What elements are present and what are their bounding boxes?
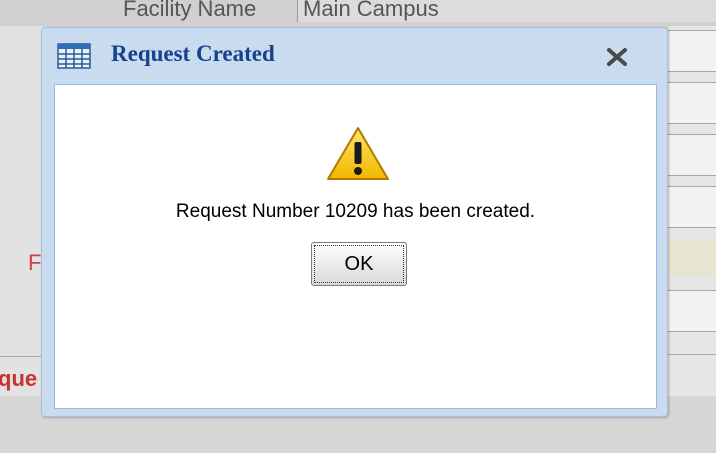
background-highlight-band — [668, 240, 716, 276]
background-required-label: F — [28, 250, 42, 275]
dialog-header[interactable]: Request Created — [42, 28, 667, 84]
background-field[interactable] — [668, 186, 716, 228]
dialog-message: Request Number 10209 has been created. — [175, 201, 536, 222]
dialog-body: Request Number 10209 has been created. O… — [54, 84, 657, 409]
background-field[interactable] — [668, 82, 716, 124]
background-field[interactable] — [668, 290, 716, 332]
background-field[interactable] — [668, 134, 716, 176]
background-field[interactable] — [668, 30, 716, 72]
grid-table-icon — [57, 43, 91, 69]
ok-button-label: OK — [314, 245, 404, 283]
close-icon[interactable] — [605, 45, 629, 69]
background-divider — [668, 354, 716, 355]
background-section-label: que — [0, 366, 38, 391]
background-divider — [0, 356, 44, 357]
warning-icon — [325, 125, 391, 183]
facility-name-value: Main Campus — [303, 0, 439, 21]
request-created-dialog: Request Created Request Number 10209 has… — [41, 27, 668, 417]
ok-button[interactable]: OK — [311, 242, 407, 286]
facility-name-label: Facility Name — [123, 0, 257, 21]
dialog-title: Request Created — [111, 41, 275, 66]
background-left-panel — [0, 26, 42, 396]
